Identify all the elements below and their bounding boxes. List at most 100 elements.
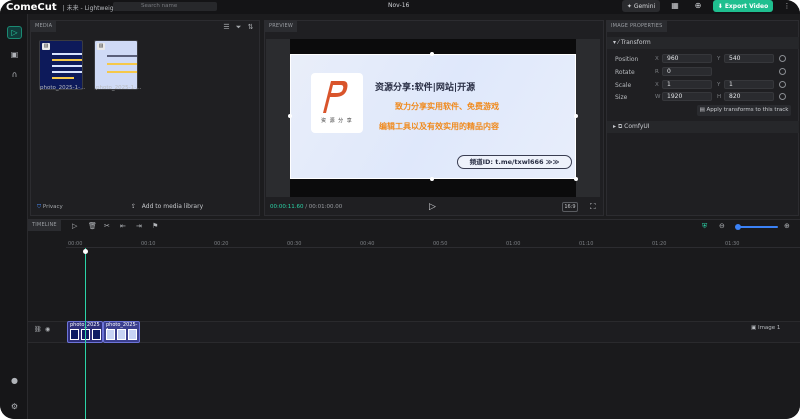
scale-x-input[interactable]: 1	[662, 80, 712, 89]
zoom-out-icon[interactable]: ⊖	[719, 222, 725, 230]
export-video-button[interactable]: ⬇ Export Video	[713, 0, 773, 12]
media-icon: ▷	[11, 28, 18, 37]
chevron-down-icon: ▾	[613, 39, 617, 46]
media-tab[interactable]: MEDIA	[31, 21, 57, 32]
size-w-input[interactable]: 1920	[662, 92, 712, 101]
filter-icon[interactable]: ⏷	[234, 22, 243, 32]
ruler-tick: 00:20	[214, 241, 229, 247]
position-x-input[interactable]: 960	[662, 54, 712, 63]
sidebar-item-github[interactable]: ●	[7, 374, 22, 387]
sidebar-item-media[interactable]: ▷	[7, 26, 22, 39]
playhead-handle[interactable]	[83, 249, 88, 254]
chevron-right-icon: ▸	[613, 123, 617, 130]
slide-title: 资源分享:软件|网站|开源	[375, 83, 476, 93]
delete-icon[interactable]: 🗑	[88, 222, 97, 230]
image-track	[28, 321, 800, 343]
split-right-icon[interactable]: ⇥	[136, 222, 142, 230]
scale-y-input[interactable]: 1	[724, 80, 774, 89]
slide-contact: 频道ID: t.me/txwl666 ≫≫	[457, 155, 572, 169]
transform-section-header[interactable]: ▾ ⁄ Transform	[607, 37, 799, 49]
shield-icon: ⛉	[37, 204, 42, 210]
media-search-input[interactable]: Search name	[113, 2, 217, 11]
play-icon[interactable]: ▷	[72, 222, 77, 230]
sparkle-icon: ✦	[626, 2, 632, 10]
layout-icon[interactable]: ▦	[670, 1, 680, 11]
ruler-tick: 01:20	[652, 241, 667, 247]
link-icon[interactable]: ⛓	[34, 326, 42, 333]
image-properties-tab[interactable]: IMAGE PROPERTIES	[607, 21, 667, 32]
media-thumb-1[interactable]: ▨	[39, 40, 83, 90]
sidebar-item-settings[interactable]: ⚙	[7, 400, 22, 413]
resize-handle-right[interactable]	[574, 114, 578, 118]
github-icon: ●	[11, 376, 18, 385]
media-thumb-2[interactable]: ▨	[94, 40, 138, 90]
more-icon[interactable]: ⋮	[782, 1, 792, 11]
slide-line-1: 致力分享实用软件、免费游戏	[395, 102, 499, 111]
position-label: Position	[615, 56, 639, 63]
canvas-margin-right	[576, 39, 600, 197]
apply-transforms-button[interactable]: ▤ Apply transforms to this track	[697, 105, 791, 116]
split-left-icon[interactable]: ⇤	[120, 222, 126, 230]
magnet-icon: ∩	[11, 70, 18, 79]
size-label: Size	[615, 94, 628, 101]
image-icon: ▣	[751, 325, 757, 331]
privacy-link[interactable]: ⛉ Privacy	[37, 204, 63, 211]
image-icon: ▣	[10, 50, 19, 59]
sidebar-item-image[interactable]: ▣	[7, 48, 22, 61]
rotate-input[interactable]: 0	[662, 67, 712, 76]
list-view-icon[interactable]: ☰	[222, 22, 231, 32]
app-logo: ComeCut	[6, 1, 57, 13]
properties-panel: IMAGE PROPERTIES	[606, 20, 799, 216]
node-icon: ⧉	[617, 123, 623, 130]
gemini-button[interactable]: ✦ Gemini	[622, 0, 660, 12]
zoom-slider-handle[interactable]	[735, 224, 741, 230]
media-thumb-2-label: photo_2025-1-…	[96, 85, 142, 91]
rotate-label: Rotate	[615, 69, 635, 76]
playhead[interactable]	[85, 248, 86, 419]
comfyui-section-header[interactable]: ▸ ⧉ ComfyUI	[607, 121, 799, 133]
fullscreen-icon[interactable]: ⛶	[590, 202, 596, 212]
ruler-tick: 01:00	[506, 241, 521, 247]
timeline-panel: TIMELINE	[28, 219, 800, 419]
sort-icon[interactable]: ⇅	[246, 22, 255, 32]
upload-icon: ⇪	[131, 203, 137, 210]
size-h-input[interactable]: 820	[724, 92, 774, 101]
slide-line-2: 编辑工具以及有效实用的精品内容	[379, 122, 499, 131]
position-y-input[interactable]: 540	[724, 54, 774, 63]
scale-keyframe-icon[interactable]	[779, 81, 786, 88]
image-type-icon: ▨	[42, 43, 50, 50]
magnet-snap-icon[interactable]: ⛨	[702, 222, 707, 231]
project-name[interactable]: Nov-16	[388, 2, 409, 9]
scissors-icon[interactable]: ✂	[104, 222, 110, 230]
resize-handle-bottom[interactable]	[430, 177, 434, 181]
globe-icon[interactable]: ⊕	[693, 1, 703, 11]
preview-image[interactable]: 资 源 分 享 资源分享:软件|网站|开源 致力分享实用软件、免费游戏 编辑工具…	[290, 54, 576, 179]
download-icon: ⬇	[717, 2, 723, 10]
copy-icon: ▤	[699, 107, 705, 113]
add-to-library-button[interactable]: ⇪ Add to media library	[131, 203, 203, 210]
resize-handle-corner[interactable]	[574, 177, 578, 181]
zoom-slider[interactable]	[736, 226, 778, 228]
media-thumb-1-label: photo_2025-1-…	[40, 85, 86, 91]
ruler-tick: 00:10	[141, 241, 156, 247]
brand-logo: 资 源 分 享	[311, 73, 363, 133]
ruler-tick: 01:30	[725, 241, 740, 247]
track-label: ▣ Image 1	[751, 325, 781, 331]
size-keyframe-icon[interactable]	[779, 93, 786, 100]
zoom-in-icon[interactable]: ⊕	[784, 222, 790, 230]
image-type-icon: ▨	[97, 43, 105, 50]
timeline-clip-2[interactable]: photo_2025-1	[103, 321, 140, 343]
timeline-tab[interactable]: TIMELINE	[28, 220, 61, 231]
preview-tab[interactable]: PREVIEW	[265, 21, 298, 32]
rotate-keyframe-icon[interactable]	[779, 68, 786, 75]
aspect-ratio-button[interactable]: 16:9	[562, 202, 578, 212]
bookmark-icon[interactable]: ⚑	[152, 222, 158, 230]
play-button[interactable]: ▷	[429, 202, 436, 212]
ruler-tick: 00:50	[433, 241, 448, 247]
resize-handle-top[interactable]	[430, 52, 434, 56]
preview-timecode: 00:00:11.60 / 00:01:00.00	[270, 204, 343, 210]
resize-handle-left[interactable]	[288, 114, 292, 118]
sidebar-item-magnet[interactable]: ∩	[7, 68, 22, 81]
eye-icon[interactable]: ◉	[45, 326, 50, 333]
position-keyframe-icon[interactable]	[779, 55, 786, 62]
